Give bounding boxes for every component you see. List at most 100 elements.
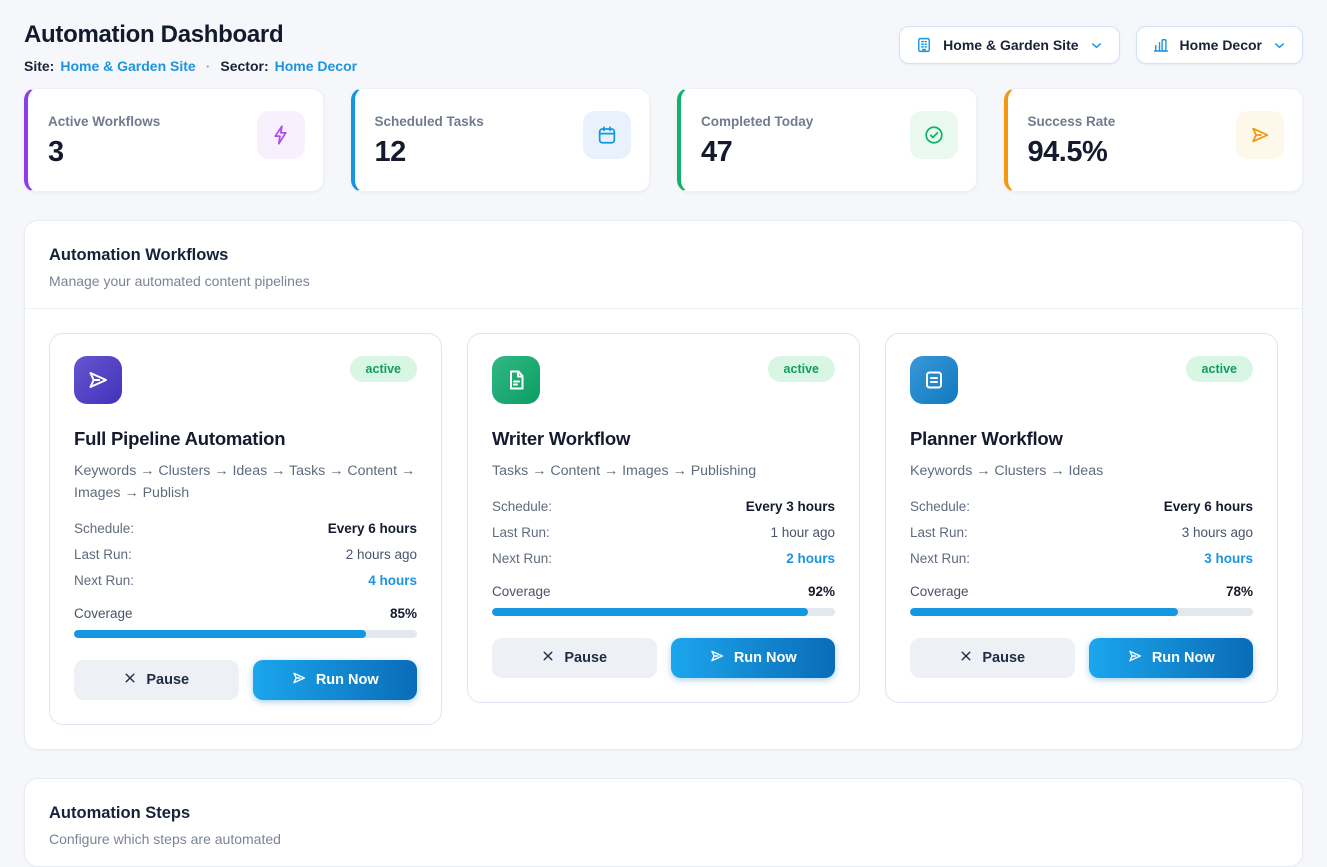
section-title: Automation Steps <box>49 804 1278 823</box>
automation-dashboard-page: Automation Dashboard Site: Home & Garden… <box>0 0 1327 867</box>
stat-value: 3 <box>48 136 160 169</box>
next-run-row: Next Run: 2 hours <box>492 551 835 566</box>
next-run-value: 3 hours <box>1204 551 1253 566</box>
section-subtitle: Configure which steps are automated <box>49 831 1278 847</box>
stat-label: Active Workflows <box>48 114 160 129</box>
stat-label: Completed Today <box>701 114 813 129</box>
schedule-value: Every 3 hours <box>746 499 835 514</box>
separator: · <box>206 56 211 76</box>
send-icon <box>74 356 122 404</box>
status-badge: active <box>768 356 835 382</box>
stat-label: Scheduled Tasks <box>375 114 484 129</box>
sector-label: Sector: <box>220 56 268 76</box>
send-icon <box>1236 111 1284 159</box>
workflow-pipeline: Keywords → Clusters → Ideas <box>910 460 1253 482</box>
stat-card-active-workflows: Active Workflows 3 <box>24 88 324 192</box>
workflow-card-planner: active Planner Workflow Keywords → Clust… <box>885 333 1278 703</box>
stat-cards-row: Active Workflows 3 Scheduled Tasks 12 Co… <box>24 88 1303 192</box>
coverage-row: Coverage 92% <box>492 584 835 599</box>
workflow-cards-grid: active Full Pipeline Automation Keywords… <box>25 309 1302 749</box>
pause-button[interactable]: Pause <box>910 638 1075 678</box>
sector-link[interactable]: Home Decor <box>275 56 357 76</box>
page-header: Automation Dashboard Site: Home & Garden… <box>24 20 1303 76</box>
workflow-title: Planner Workflow <box>910 428 1253 450</box>
schedule-row: Schedule: Every 6 hours <box>910 499 1253 514</box>
coverage-row: Coverage 78% <box>910 584 1253 599</box>
automation-steps-section: Automation Steps Configure which steps a… <box>24 778 1303 867</box>
pause-button[interactable]: Pause <box>74 660 239 700</box>
run-now-button[interactable]: Run Now <box>671 638 836 678</box>
workflow-pipeline: Tasks → Content → Images → Publishing <box>492 460 835 482</box>
coverage-progress-fill <box>492 608 808 616</box>
send-icon <box>291 670 307 690</box>
building-icon <box>915 36 933 54</box>
page-title: Automation Dashboard <box>24 20 357 50</box>
run-now-button[interactable]: Run Now <box>253 660 418 700</box>
document-icon <box>492 356 540 404</box>
x-icon <box>123 671 137 689</box>
next-run-row: Next Run: 4 hours <box>74 573 417 588</box>
next-run-value: 2 hours <box>786 551 835 566</box>
workflows-section-header: Automation Workflows Manage your automat… <box>25 221 1302 309</box>
chevron-down-icon <box>1272 38 1287 53</box>
steps-section-header: Automation Steps Configure which steps a… <box>25 779 1302 866</box>
automation-workflows-section: Automation Workflows Manage your automat… <box>24 220 1303 750</box>
next-run-value: 4 hours <box>368 573 417 588</box>
stat-card-scheduled-tasks: Scheduled Tasks 12 <box>351 88 651 192</box>
last-run-value: 1 hour ago <box>770 525 835 540</box>
note-icon <box>910 356 958 404</box>
next-run-row: Next Run: 3 hours <box>910 551 1253 566</box>
chevron-down-icon <box>1089 38 1104 53</box>
coverage-progress-fill <box>74 630 366 638</box>
section-subtitle: Manage your automated content pipelines <box>49 273 1278 289</box>
stat-value: 12 <box>375 136 484 169</box>
status-badge: active <box>1186 356 1253 382</box>
x-icon <box>541 649 555 667</box>
workflow-card-full-pipeline: active Full Pipeline Automation Keywords… <box>49 333 442 725</box>
schedule-value: Every 6 hours <box>328 521 417 536</box>
site-link[interactable]: Home & Garden Site <box>60 56 195 76</box>
header-selectors: Home & Garden Site Home Decor <box>899 26 1303 64</box>
coverage-progress-fill <box>910 608 1178 616</box>
stat-value: 47 <box>701 136 813 169</box>
schedule-value: Every 6 hours <box>1164 499 1253 514</box>
coverage-value: 92% <box>808 584 835 599</box>
last-run-row: Last Run: 2 hours ago <box>74 547 417 562</box>
run-now-button[interactable]: Run Now <box>1089 638 1254 678</box>
schedule-row: Schedule: Every 6 hours <box>74 521 417 536</box>
coverage-progress-bar <box>910 608 1253 616</box>
workflow-pipeline: Keywords → Clusters → Ideas → Tasks → Co… <box>74 460 417 504</box>
calendar-icon <box>583 111 631 159</box>
check-circle-icon <box>910 111 958 159</box>
coverage-progress-bar <box>492 608 835 616</box>
workflow-title: Full Pipeline Automation <box>74 428 417 450</box>
coverage-row: Coverage 85% <box>74 606 417 621</box>
header-titles: Automation Dashboard Site: Home & Garden… <box>24 20 357 76</box>
section-title: Automation Workflows <box>49 246 1278 265</box>
send-icon <box>709 648 725 668</box>
pause-button[interactable]: Pause <box>492 638 657 678</box>
coverage-progress-bar <box>74 630 417 638</box>
last-run-value: 3 hours ago <box>1182 525 1253 540</box>
last-run-row: Last Run: 1 hour ago <box>492 525 835 540</box>
sector-selector-dropdown[interactable]: Home Decor <box>1136 26 1303 64</box>
stat-card-success-rate: Success Rate 94.5% <box>1004 88 1304 192</box>
sector-selector-value: Home Decor <box>1180 37 1262 53</box>
last-run-value: 2 hours ago <box>346 547 417 562</box>
stat-label: Success Rate <box>1028 114 1116 129</box>
workflow-title: Writer Workflow <box>492 428 835 450</box>
lightning-icon <box>257 111 305 159</box>
bar-chart-icon <box>1152 36 1170 54</box>
breadcrumb: Site: Home & Garden Site · Sector: Home … <box>24 56 357 76</box>
send-icon <box>1127 648 1143 668</box>
coverage-value: 85% <box>390 606 417 621</box>
x-icon <box>959 649 973 667</box>
last-run-row: Last Run: 3 hours ago <box>910 525 1253 540</box>
coverage-value: 78% <box>1226 584 1253 599</box>
site-label: Site: <box>24 56 54 76</box>
status-badge: active <box>350 356 417 382</box>
stat-card-completed-today: Completed Today 47 <box>677 88 977 192</box>
site-selector-dropdown[interactable]: Home & Garden Site <box>899 26 1119 64</box>
site-selector-value: Home & Garden Site <box>943 37 1078 53</box>
schedule-row: Schedule: Every 3 hours <box>492 499 835 514</box>
